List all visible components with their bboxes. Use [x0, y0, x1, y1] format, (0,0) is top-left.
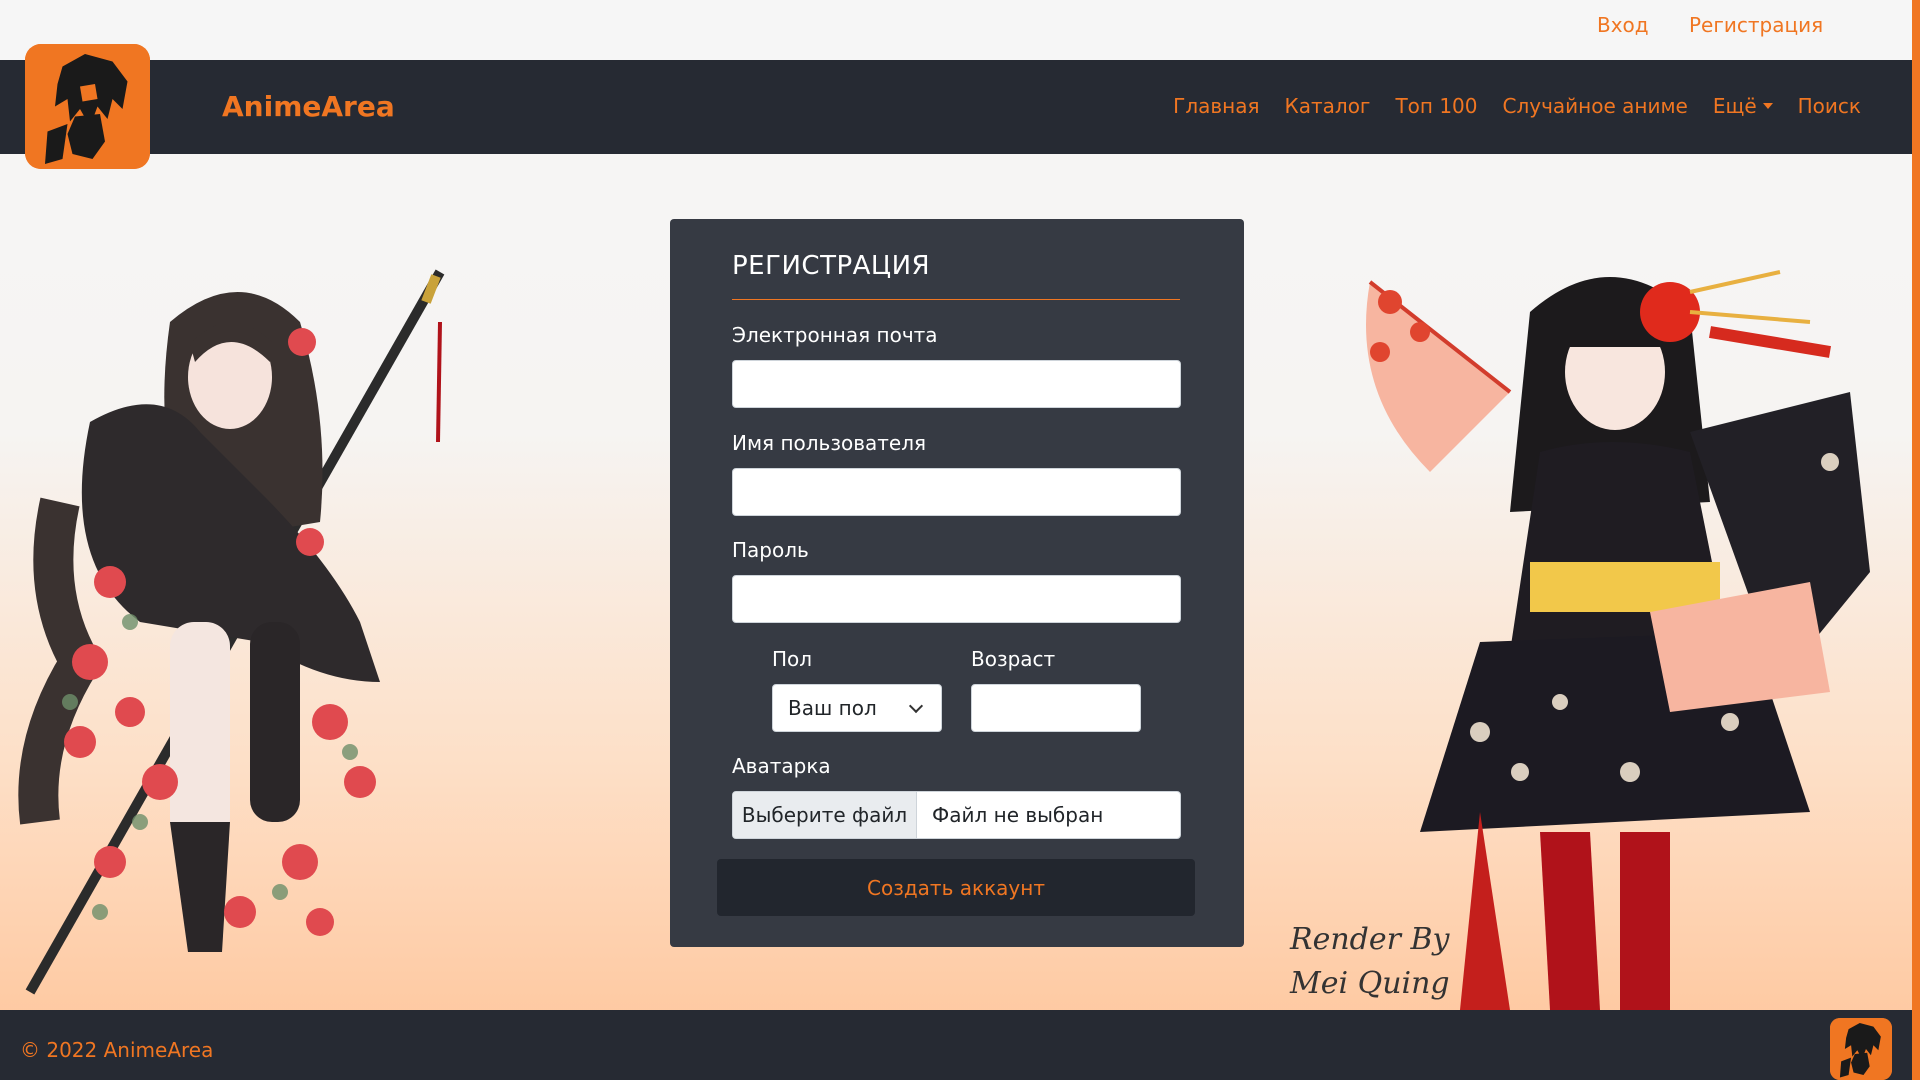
login-link[interactable]: Вход — [1597, 13, 1649, 37]
nav-item-top100[interactable]: Топ 100 — [1395, 94, 1477, 118]
footer: © 2022 AnimeArea — [0, 1010, 1913, 1080]
avatar-label: Аватарка — [732, 754, 831, 778]
password-field[interactable] — [732, 575, 1181, 623]
navbar: AnimeArea Главная Каталог Топ 100 Случай… — [0, 60, 1913, 154]
caret-down-icon — [1762, 103, 1773, 109]
nav-item-home[interactable]: Главная — [1173, 94, 1259, 118]
title-divider — [732, 299, 1180, 300]
page-scrollbar[interactable] — [1912, 0, 1920, 1080]
left-anime-illustration — [0, 262, 500, 1002]
nav-item-random[interactable]: Случайное аниме — [1503, 94, 1688, 118]
age-label: Возраст — [971, 647, 1056, 671]
nav-item-more-label: Ещё — [1712, 94, 1757, 118]
username-label: Имя пользователя — [732, 431, 927, 455]
file-status-text: Файл не выбран — [932, 803, 1104, 827]
register-link[interactable]: Регистрация — [1689, 13, 1823, 37]
email-field[interactable] — [732, 360, 1181, 408]
password-label: Пароль — [732, 538, 809, 562]
create-account-button[interactable]: Создать аккаунт — [717, 859, 1195, 916]
footer-logo-icon[interactable] — [1830, 1018, 1892, 1080]
signature-line-2: Mei Quing — [1290, 966, 1450, 1001]
registration-card: РЕГИСТРАЦИЯ Электронная почта Имя пользо… — [670, 219, 1244, 947]
nav-menu: Главная Каталог Топ 100 Случайное аниме … — [1148, 94, 1861, 118]
gender-select[interactable]: Ваш пол — [772, 684, 942, 732]
signature-line-1: Render By — [1290, 922, 1450, 957]
nav-item-catalog[interactable]: Каталог — [1285, 94, 1371, 118]
auth-bar: Вход Регистрация — [0, 0, 1913, 60]
art-signature: Render By Mei Quing — [1290, 918, 1450, 1006]
gender-label: Пол — [772, 647, 813, 671]
username-field[interactable] — [732, 468, 1181, 516]
chevron-down-icon — [908, 698, 924, 714]
email-label: Электронная почта — [732, 323, 938, 347]
copyright-text: © 2022 AnimeArea — [20, 1038, 214, 1062]
anime-character-logo-icon[interactable] — [25, 44, 150, 169]
nav-item-search[interactable]: Поиск — [1798, 94, 1861, 118]
choose-file-button[interactable]: Выберите файл — [733, 792, 917, 838]
gender-selected-value: Ваш пол — [788, 696, 877, 720]
age-field[interactable] — [971, 684, 1141, 732]
avatar-file-input[interactable]: Выберите файл Файл не выбран — [732, 791, 1181, 839]
right-anime-illustration — [1310, 252, 1910, 1010]
nav-item-more-dropdown[interactable]: Ещё — [1713, 94, 1773, 118]
form-title: РЕГИСТРАЦИЯ — [732, 251, 931, 281]
brand-name[interactable]: AnimeArea — [222, 90, 395, 123]
